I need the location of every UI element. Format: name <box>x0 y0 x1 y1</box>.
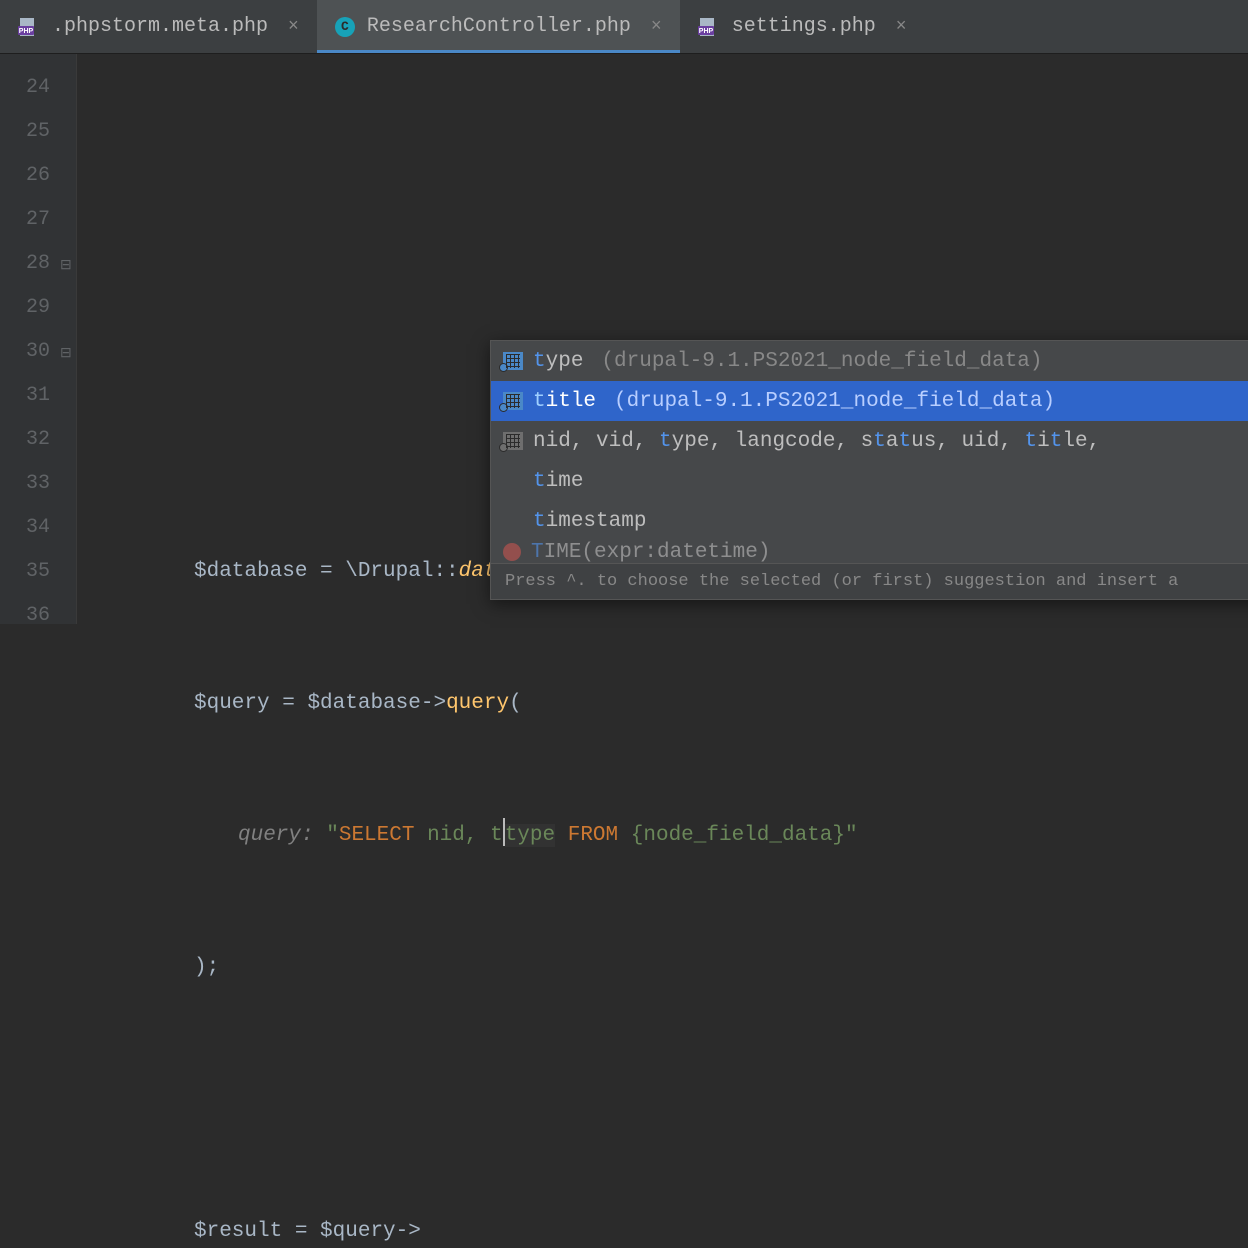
php-file-icon: PHP <box>18 16 40 38</box>
completion-text: type <box>533 350 583 373</box>
editor: 24 25 26 27 28 29 30 31 32 33 34 35 36 ⊟… <box>0 54 1248 624</box>
completion-text: time <box>533 470 583 493</box>
line-number: 25 <box>0 110 50 154</box>
code-line: ); <box>96 946 1248 990</box>
autocomplete-item[interactable]: type (drupal-9.1.PS2021_node_field_data) <box>491 341 1248 381</box>
php-file-icon: PHP <box>698 16 720 38</box>
fold-marker-icon[interactable]: ⊟ <box>60 332 72 376</box>
tab-research-controller[interactable]: C ResearchController.php × <box>317 0 680 53</box>
indent-guide <box>76 54 96 624</box>
completion-text: TIME(expr:datetime) <box>531 541 770 563</box>
tab-label: settings.php <box>732 15 876 38</box>
line-number: 30 <box>0 330 50 374</box>
svg-text:PHP: PHP <box>19 28 34 35</box>
autocomplete-item[interactable]: time <box>491 461 1248 501</box>
autocomplete-item[interactable]: nid, vid, type, langcode, status, uid, t… <box>491 421 1248 461</box>
code-line: query: "SELECT nid, ttype FROM {node_fie… <box>96 814 1248 858</box>
close-icon[interactable]: × <box>651 17 662 37</box>
fold-marker-icon[interactable]: ⊟ <box>60 244 72 288</box>
close-icon[interactable]: × <box>288 17 299 37</box>
line-number: 33 <box>0 462 50 506</box>
function-icon <box>503 543 521 561</box>
column-icon <box>503 352 523 370</box>
line-number: 34 <box>0 506 50 550</box>
completion-hint: (drupal-9.1.PS2021_node_field_data) <box>601 350 1042 373</box>
line-number-gutter: 24 25 26 27 28 29 30 31 32 33 34 35 36 <box>0 54 58 624</box>
tab-phpstorm-meta[interactable]: PHP .phpstorm.meta.php × <box>0 0 317 53</box>
tab-settings[interactable]: PHP settings.php × <box>680 0 925 53</box>
tab-label: ResearchController.php <box>367 15 631 38</box>
completion-text: title <box>533 390 596 413</box>
line-number: 32 <box>0 418 50 462</box>
completion-text: timestamp <box>533 510 646 533</box>
close-icon[interactable]: × <box>896 17 907 37</box>
line-number: 24 <box>0 66 50 110</box>
line-number: 28 <box>0 242 50 286</box>
autocomplete-item[interactable]: title (drupal-9.1.PS2021_node_field_data… <box>491 381 1248 421</box>
code-line: $query = $database->query( <box>96 682 1248 726</box>
line-number: 35 <box>0 550 50 594</box>
line-number: 27 <box>0 198 50 242</box>
line-number: 26 <box>0 154 50 198</box>
tab-label: .phpstorm.meta.php <box>52 15 268 38</box>
line-number: 29 <box>0 286 50 330</box>
autocomplete-item[interactable]: TIME(expr:datetime) <box>491 541 1248 563</box>
line-number: 36 <box>0 594 50 638</box>
completion-text: nid, vid, type, langcode, status, uid, t… <box>533 430 1100 453</box>
code-line: $result = $query-> <box>96 1210 1248 1248</box>
autocomplete-item[interactable]: timestamp <box>491 501 1248 541</box>
columns-icon <box>503 432 523 450</box>
column-icon <box>503 392 523 410</box>
fold-gutter: ⊟ ⊟ <box>58 54 76 624</box>
line-number: 31 <box>0 374 50 418</box>
code-line <box>96 154 1248 198</box>
class-file-icon: C <box>335 17 355 37</box>
code-line <box>96 1078 1248 1122</box>
svg-text:PHP: PHP <box>699 28 714 35</box>
autocomplete-popup: type (drupal-9.1.PS2021_node_field_data)… <box>490 340 1248 600</box>
code-line <box>96 286 1248 330</box>
autocomplete-footer: Press ^. to choose the selected (or firs… <box>491 563 1248 599</box>
completion-hint: (drupal-9.1.PS2021_node_field_data) <box>614 390 1055 413</box>
tab-bar: PHP .phpstorm.meta.php × C ResearchContr… <box>0 0 1248 54</box>
